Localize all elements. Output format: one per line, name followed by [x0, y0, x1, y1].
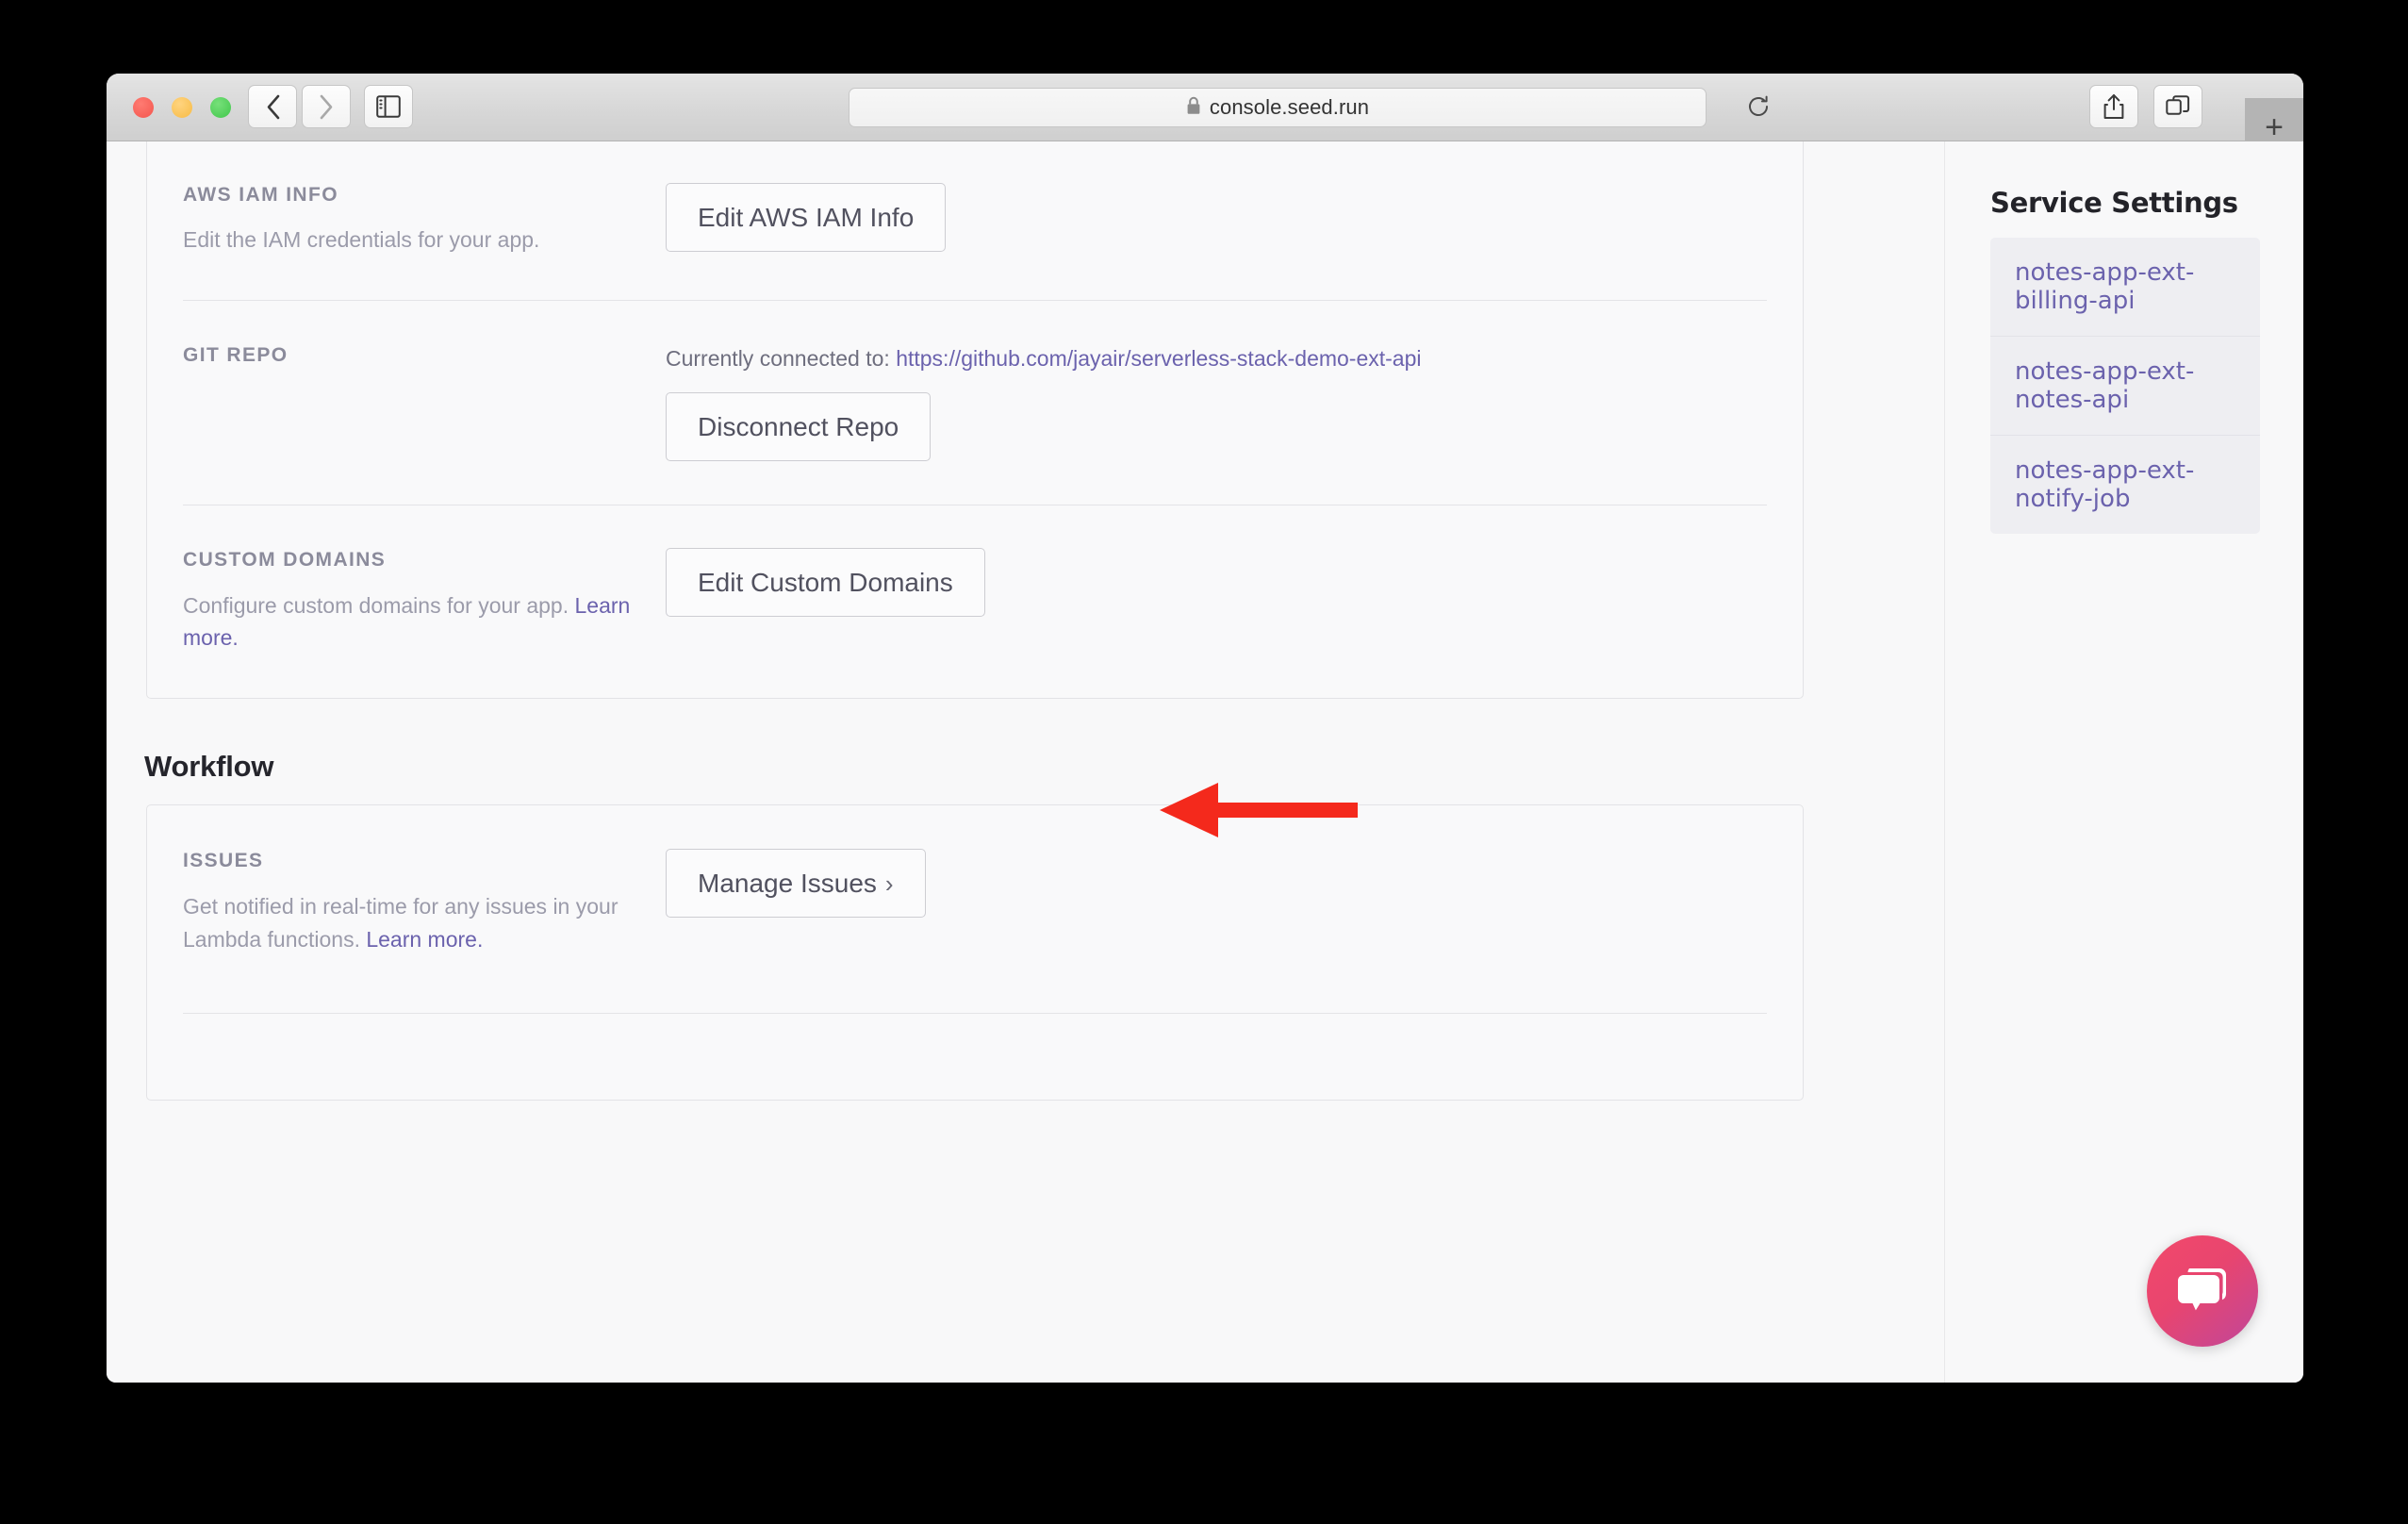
service-list: notes-app-ext-billing-api notes-app-ext-…	[1990, 238, 2260, 534]
edit-aws-iam-info-button[interactable]: Edit AWS IAM Info	[666, 183, 947, 252]
share-button[interactable]	[2089, 85, 2138, 128]
app-settings-card: AWS IAM INFO Edit the IAM credentials fo…	[146, 141, 1804, 700]
workflow-card: ISSUES Get notified in real-time for any…	[146, 804, 1804, 1101]
section-label: CUSTOM DOMAINS	[183, 549, 387, 572]
chat-widget-button[interactable]	[2147, 1235, 2258, 1347]
section-info: ISSUES Get notified in real-time for any…	[183, 849, 666, 955]
minimize-window-button[interactable]	[172, 97, 192, 118]
section-action: Edit Custom Domains	[666, 548, 1803, 654]
sidebar-item-billing-api[interactable]: notes-app-ext-billing-api	[1990, 238, 2260, 336]
browser-window: console.seed.run + AWS IAM INFO Edit the…	[107, 74, 2303, 1383]
reload-icon	[1746, 94, 1771, 124]
git-repo-url-link[interactable]: https://github.com/jayair/serverless-sta…	[896, 346, 1421, 371]
section-aws-iam-info: AWS IAM INFO Edit the IAM credentials fo…	[147, 141, 1803, 300]
section-git-repo: GIT REPO Currently connected to: https:/…	[147, 300, 1803, 505]
section-info: CUSTOM DOMAINS Configure custom domains …	[183, 548, 666, 654]
sidebar-item-notify-job[interactable]: notes-app-ext-notify-job	[1990, 435, 2260, 534]
address-bar[interactable]: console.seed.run	[849, 88, 1768, 127]
connected-prefix-text: Currently connected to:	[666, 346, 897, 372]
new-tab-label: +	[2265, 109, 2284, 145]
lock-icon	[1186, 96, 1201, 120]
forward-button[interactable]	[302, 85, 351, 128]
reload-button[interactable]	[1741, 91, 1775, 125]
url-text: console.seed.run	[1209, 95, 1370, 119]
chat-bubble-icon	[2174, 1263, 2231, 1320]
back-button[interactable]	[248, 85, 297, 128]
section-action: Currently connected to: https://github.c…	[666, 343, 1803, 462]
tab-overview-button[interactable]	[2153, 85, 2202, 128]
manage-issues-button[interactable]: Manage Issues ›	[666, 849, 926, 919]
workflow-heading: Workflow	[144, 750, 274, 784]
sidebar-toggle-icon	[376, 95, 401, 118]
section-description: Get notified in real-time for any issues…	[183, 890, 637, 956]
section-info: GIT REPO	[183, 343, 666, 461]
sidebar-toggle-button[interactable]	[364, 85, 413, 128]
section-label: GIT REPO	[183, 344, 289, 367]
disconnect-repo-button[interactable]: Disconnect Repo	[666, 392, 932, 462]
button-label: Manage Issues	[698, 869, 877, 899]
button-label: Edit AWS IAM Info	[698, 203, 915, 232]
close-window-button[interactable]	[133, 97, 154, 118]
share-icon	[2103, 93, 2125, 120]
chevron-right-icon	[319, 94, 335, 120]
window-controls	[133, 97, 231, 118]
git-repo-connection: Currently connected to: https://github.c…	[666, 343, 1803, 373]
description-text: Configure custom domains for your app.	[183, 592, 575, 618]
section-custom-domains: CUSTOM DOMAINS Configure custom domains …	[147, 505, 1803, 698]
browser-titlebar: console.seed.run +	[107, 74, 2303, 157]
service-settings-sidebar: Service Settings notes-app-ext-billing-a…	[1945, 141, 2303, 1383]
maximize-window-button[interactable]	[210, 97, 231, 118]
chevron-right-icon: ›	[884, 869, 894, 898]
section-label: AWS IAM INFO	[183, 184, 338, 206]
section-action: Manage Issues ›	[666, 849, 1803, 955]
section-label: ISSUES	[183, 850, 264, 872]
chevron-left-icon	[265, 94, 281, 120]
section-issues: ISSUES Get notified in real-time for any…	[147, 805, 1803, 1012]
sidebar-item-notes-api[interactable]: notes-app-ext-notes-api	[1990, 336, 2260, 435]
sidebar-title: Service Settings	[1990, 187, 2238, 219]
main-content: AWS IAM INFO Edit the IAM credentials fo…	[107, 141, 1945, 1383]
section-info: AWS IAM INFO Edit the IAM credentials fo…	[183, 183, 666, 257]
button-label: Edit Custom Domains	[698, 568, 953, 598]
button-label: Disconnect Repo	[698, 412, 899, 442]
edit-custom-domains-button[interactable]: Edit Custom Domains	[666, 548, 985, 618]
issues-learn-more-link[interactable]: Learn more.	[366, 927, 483, 952]
section-action: Edit AWS IAM Info	[666, 183, 1803, 257]
page-viewport: AWS IAM INFO Edit the IAM credentials fo…	[107, 141, 2303, 1383]
navigation-buttons	[248, 85, 351, 128]
browser-toolbar-right	[2089, 85, 2202, 128]
section-placeholder	[147, 1012, 1803, 1100]
tab-overview-icon	[2166, 94, 2190, 119]
section-description: Configure custom domains for your app. L…	[183, 589, 637, 655]
section-description: Edit the IAM credentials for your app.	[183, 227, 540, 253]
